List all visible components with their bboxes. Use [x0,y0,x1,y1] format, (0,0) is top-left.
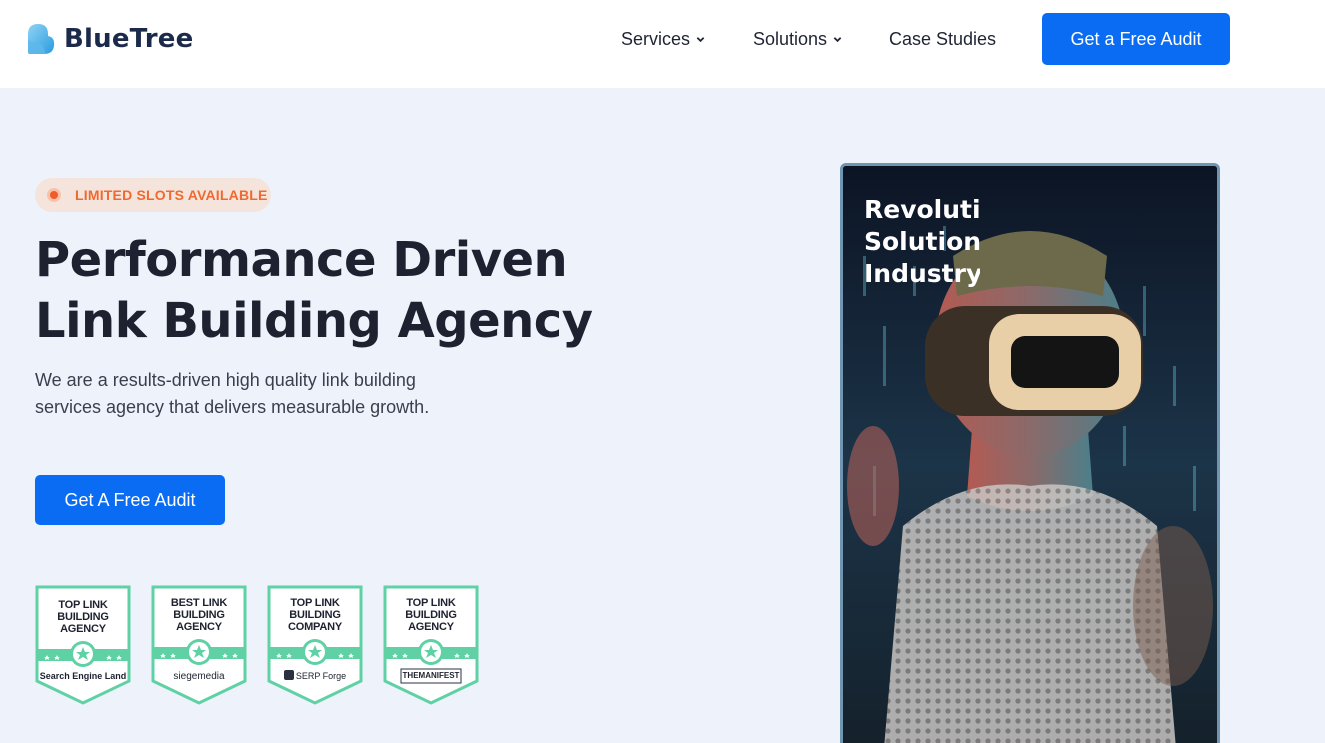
hero-subtitle-line2: services agency that delivers measurable… [35,397,430,417]
video-caption: Revolutionary Solutions Industry [864,194,980,290]
hero-subtitle-line1: We are a results-driven high quality lin… [35,370,416,390]
award-title: BEST LINK BUILDING AGENCY [151,597,247,633]
nav-services[interactable]: Services [621,29,705,50]
award-badge: TOP LINK BUILDING AGENCY Search Engine L… [35,585,131,705]
award-title-line: AGENCY [408,621,454,633]
nav-case-studies-label: Case Studies [889,28,997,49]
logo[interactable]: BlueTree [24,22,193,56]
hero-title-line2: Link Building Agency [35,293,593,349]
hero-audit-button[interactable]: Get A Free Audit [35,475,225,525]
nav-solutions[interactable]: Solutions [753,29,842,50]
hero-subtitle: We are a results-driven high quality lin… [35,367,505,421]
chevron-down-icon [833,36,842,42]
award-title: TOP LINK BUILDING AGENCY [383,597,479,633]
award-source: THEMANIFEST [402,671,460,680]
nav-case-studies[interactable]: Case Studies [889,29,996,50]
video-caption-line1: Revolutionary [864,195,980,224]
hero-title: Performance Driven Link Building Agency [35,230,655,352]
award-title-line: TOP LINK [58,599,108,611]
badge-text: LIMITED SLOTS AVAILABLE [75,187,268,203]
award-title-line: BUILDING [173,609,225,621]
award-title-line: BUILDING [289,609,341,621]
award-source: siegemedia [173,671,225,682]
hero-video-card[interactable]: Revolutionary Solutions Industry [840,163,1220,743]
pulse-dot-icon [47,188,61,202]
award-badge: TOP LINK BUILDING AGENCY THEMANIFEST [383,585,479,705]
award-source: Search Engine Land [39,671,127,681]
award-title: TOP LINK BUILDING COMPANY [267,597,363,633]
bluetree-logo-icon [28,24,55,54]
chevron-down-icon [696,36,705,42]
award-title-line: BUILDING [405,609,457,621]
hero-title-line1: Performance Driven [35,232,568,288]
video-caption-line3: Industry [864,259,980,288]
award-title: TOP LINK BUILDING AGENCY [35,599,131,635]
header-audit-button[interactable]: Get a Free Audit [1042,13,1230,65]
award-badge: TOP LINK BUILDING COMPANY SERP Forge [267,585,363,705]
award-badges: TOP LINK BUILDING AGENCY Search Engine L… [35,585,479,705]
award-badge: BEST LINK BUILDING AGENCY siegemedia [151,585,247,705]
award-title-line: TOP LINK [290,597,340,609]
award-source: SERP Forge [295,671,347,681]
award-title-line: COMPANY [287,621,342,633]
logo-text: BlueTree [64,24,194,54]
video-caption-line2: Solutions [864,227,980,256]
award-title-line: BEST LINK [170,597,228,609]
award-title-line: AGENCY [176,621,222,633]
limited-slots-badge: LIMITED SLOTS AVAILABLE [35,178,271,212]
nav-services-label: Services [621,28,691,49]
award-title-line: BUILDING [57,611,109,623]
nav-solutions-label: Solutions [753,28,828,49]
award-title-line: AGENCY [60,623,106,635]
site-header: BlueTree Services Solutions Case Studies… [0,0,1325,88]
award-title-line: TOP LINK [406,597,456,609]
